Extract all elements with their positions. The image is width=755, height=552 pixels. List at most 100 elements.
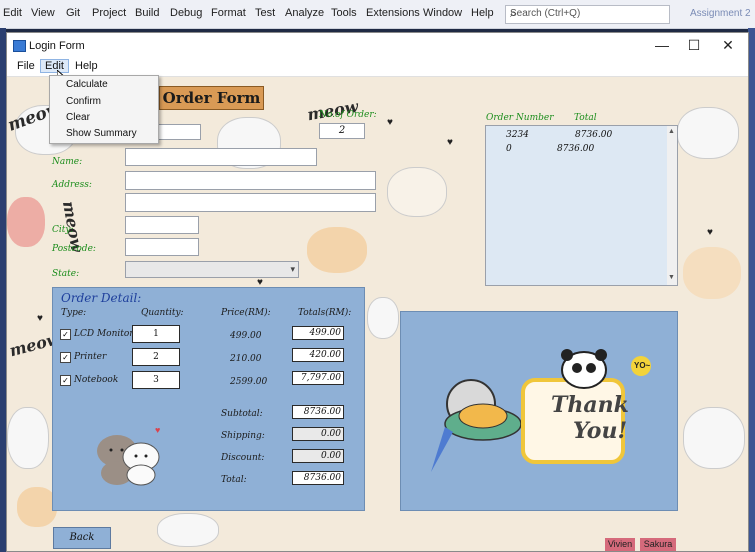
ide-menubar: Edit View Git Project Build Debug Format… <box>0 0 755 29</box>
close-button[interactable]: ✕ <box>713 37 743 54</box>
heart-icon: ♥ <box>37 313 43 324</box>
scroll-down-icon[interactable]: ▼ <box>668 274 675 281</box>
minimize-button[interactable]: — <box>647 37 677 53</box>
col-totals-header: Totals(RM): <box>298 308 352 318</box>
ide-menu-test[interactable]: Test <box>255 7 275 19</box>
lcd-monitor-quantity[interactable]: 1 <box>132 325 180 343</box>
order-detail-title: Order Detail: <box>61 291 142 305</box>
printer-total: 420.00 <box>292 348 344 362</box>
ide-search-box[interactable]: Search (Ctrl+Q) ⌕ <box>505 5 670 24</box>
back-button[interactable]: Back <box>53 527 111 549</box>
address-field-line1[interactable] <box>125 171 376 190</box>
state-dropdown[interactable]: ▾ <box>125 261 299 278</box>
notebook-checkbox[interactable]: ✓ <box>60 375 71 386</box>
no-of-order-field[interactable]: 2 <box>319 123 365 139</box>
notebook-quantity[interactable]: 3 <box>132 371 180 389</box>
svg-text:♥: ♥ <box>155 425 160 435</box>
ide-menu-build[interactable]: Build <box>135 7 159 19</box>
lcd-monitor-price: 499.00 <box>230 331 262 341</box>
menu-item-clear[interactable]: Clear <box>66 112 90 123</box>
order-form-heading: Order Form <box>159 86 264 110</box>
ide-menu-tools[interactable]: Tools <box>331 7 357 19</box>
address-label: Address: <box>52 180 92 190</box>
window-title: Login Form <box>29 40 85 52</box>
menu-item-confirm[interactable]: Confirm <box>66 96 101 107</box>
orders-listbox[interactable]: Order Number Total 3234 8736.00 0 8736.0… <box>485 113 678 286</box>
list-row-order-number: 0 <box>506 144 512 154</box>
ide-menu-extensions[interactable]: Extensions <box>366 7 420 19</box>
cat-illustration <box>157 513 219 547</box>
thank-you-illustration <box>431 349 651 472</box>
ide-menu-project[interactable]: Project <box>92 7 126 19</box>
search-icon: ⌕ <box>510 6 517 20</box>
shipping-field: 0.00 <box>292 427 344 441</box>
printer-price: 210.00 <box>230 354 262 364</box>
order-detail-panel: Order Detail: Type: Quantity: Price(RM):… <box>52 287 365 511</box>
cat-illustration <box>307 227 367 273</box>
name-label: Name: <box>52 157 83 167</box>
scroll-up-icon[interactable]: ▲ <box>668 128 675 135</box>
shipping-label: Shipping: <box>221 431 265 441</box>
address-field-line2[interactable] <box>125 193 376 212</box>
ide-menu-help[interactable]: Help <box>471 7 494 19</box>
menu-item-show-summary[interactable]: Show Summary <box>66 128 137 139</box>
list-row-total: 8736.00 <box>575 130 613 140</box>
app-icon <box>13 40 26 52</box>
login-form-window: Login Form — ☐ ✕ File Edit Help meow meo… <box>6 32 749 552</box>
ide-menu-analyze[interactable]: Analyze <box>285 7 324 19</box>
ide-menu-window[interactable]: Window <box>423 7 462 19</box>
window-titlebar: Login Form — ☐ ✕ <box>7 33 748 58</box>
total-field: 8736.00 <box>292 471 344 485</box>
list-row-order-number: 3234 <box>506 130 529 140</box>
printer-quantity[interactable]: 2 <box>132 348 180 366</box>
ide-menu-format[interactable]: Format <box>211 7 246 19</box>
subtotal-field: 8736.00 <box>292 405 344 419</box>
ide-right-edge <box>748 28 755 552</box>
lcd-monitor-total: 499.00 <box>292 326 344 340</box>
menu-help[interactable]: Help <box>71 60 102 72</box>
col-quantity-header: Quantity: <box>141 308 184 318</box>
notebook-total: 7,797.00 <box>292 371 344 385</box>
ide-menu-edit[interactable]: Edit <box>3 7 22 19</box>
heart-icon: ♥ <box>707 227 713 238</box>
listbox-scrollbar[interactable]: ▲ ▼ <box>667 126 677 285</box>
lcd-monitor-label: LCD Monitor <box>74 329 134 339</box>
ide-menu-view[interactable]: View <box>31 7 55 19</box>
discount-field: 0.00 <box>292 449 344 463</box>
you-text: You! <box>573 418 628 444</box>
ide-menu-debug[interactable]: Debug <box>170 7 202 19</box>
postcode-label: Postcode: <box>52 244 96 254</box>
ide-solution-name: Assignment 2 <box>690 8 751 19</box>
city-field[interactable] <box>125 216 199 234</box>
cat-illustration <box>367 297 399 339</box>
postcode-field[interactable] <box>125 238 199 256</box>
state-label: State: <box>52 269 80 279</box>
subtotal-label: Subtotal: <box>221 409 263 419</box>
edit-dropdown-menu: Calculate Confirm Clear Show Summary <box>49 75 159 144</box>
list-header-order-number: Order Number <box>486 113 554 123</box>
heart-icon: ♥ <box>447 137 453 148</box>
cat-illustration <box>387 167 447 217</box>
cat-illustration <box>683 407 745 469</box>
list-row-total: 8736.00 <box>557 144 595 154</box>
printer-label: Printer <box>74 352 107 362</box>
col-type-header: Type: <box>61 308 87 318</box>
cat-illustration <box>17 487 57 527</box>
col-price-header: Price(RM): <box>221 308 271 318</box>
thank-text: Thank <box>551 392 629 418</box>
thank-you-panel: Thank You! YO~ <box>400 311 678 511</box>
maximize-button[interactable]: ☐ <box>679 37 709 54</box>
name-badge-sakura: Sakura <box>640 538 676 551</box>
menu-file[interactable]: File <box>13 60 39 72</box>
hugging-cats-illustration: ♥ <box>97 425 160 486</box>
ide-menu-git[interactable]: Git <box>66 7 80 19</box>
no-of-order-label: No.of Order: <box>319 110 377 120</box>
yo-text: YO~ <box>634 361 651 370</box>
cat-illustration <box>677 107 739 159</box>
notebook-price: 2599.00 <box>230 377 268 387</box>
printer-checkbox[interactable]: ✓ <box>60 352 71 363</box>
notebook-label: Notebook <box>74 375 119 385</box>
lcd-monitor-checkbox[interactable]: ✓ <box>60 329 71 340</box>
menu-item-calculate[interactable]: Calculate <box>66 79 108 90</box>
name-field[interactable] <box>125 148 317 166</box>
